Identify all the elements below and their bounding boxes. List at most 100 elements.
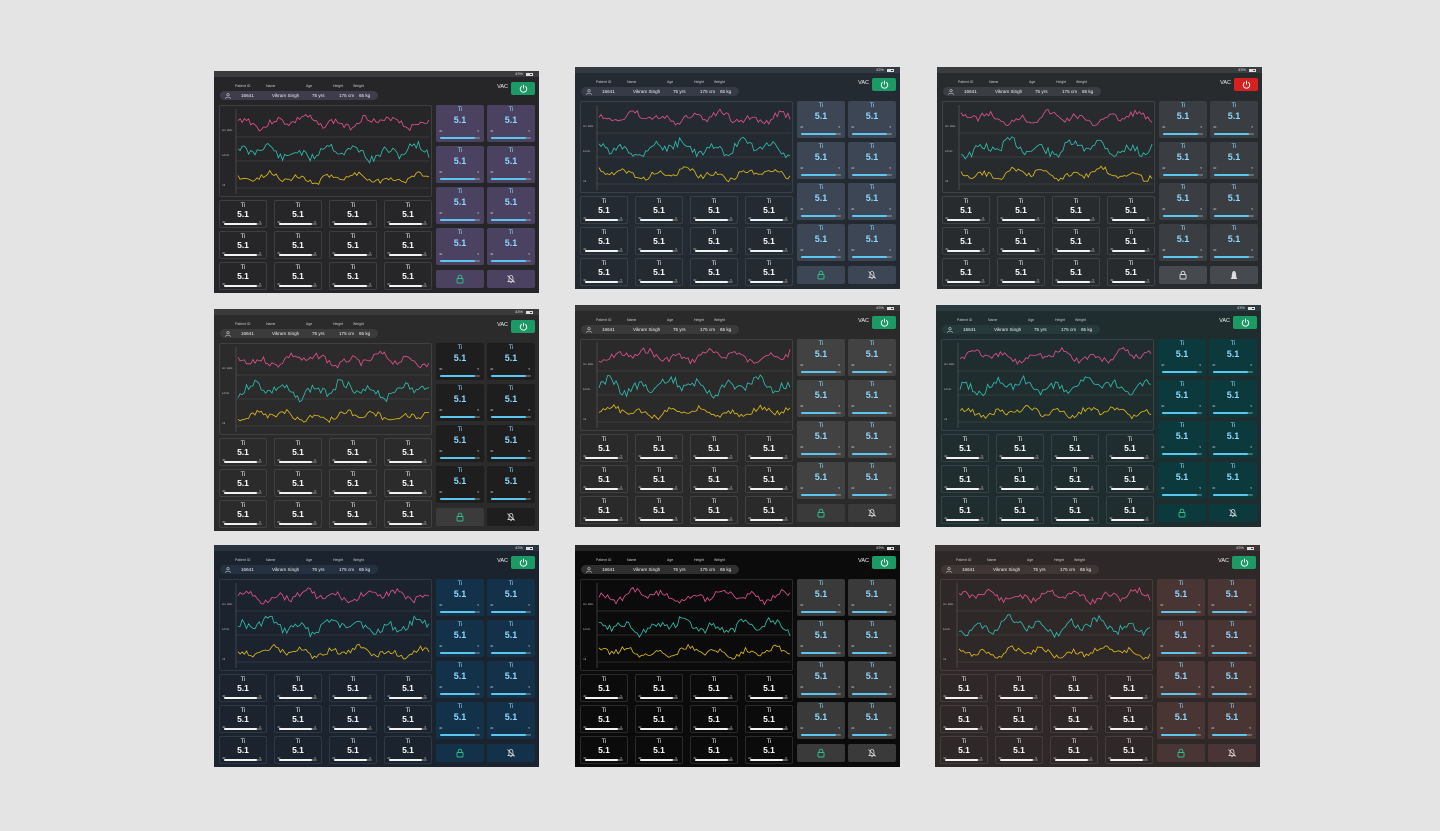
setting-slider-track[interactable]	[491, 375, 531, 377]
setting-tile[interactable]: Ti 5.1 40 5	[436, 661, 484, 698]
setting-tile[interactable]: Ti 5.1 40 5	[848, 101, 896, 138]
setting-tile[interactable]: Ti 5.1 40 5	[487, 343, 535, 380]
setting-slider-track[interactable]	[1161, 734, 1201, 736]
setting-slider-track[interactable]	[801, 652, 841, 654]
setting-tile[interactable]: Ti 5.1 40 5	[1209, 421, 1257, 458]
setting-tile[interactable]: Ti 5.1 40 5	[797, 101, 845, 138]
setting-slider-track[interactable]	[440, 734, 480, 736]
setting-slider-track[interactable]	[440, 219, 480, 221]
power-button[interactable]	[872, 556, 896, 569]
setting-tile[interactable]: Ti 5.1 40 5	[1209, 462, 1257, 499]
patient-info-bar[interactable]: 16641 Vikram Singh 75 yrs 175 cm 65 kg	[220, 329, 378, 338]
lock-button[interactable]	[436, 744, 484, 762]
setting-slider-track[interactable]	[491, 611, 531, 613]
setting-slider-track[interactable]	[852, 174, 892, 176]
setting-slider-track[interactable]	[801, 174, 841, 176]
setting-slider-track[interactable]	[491, 219, 531, 221]
setting-slider-track[interactable]	[440, 611, 480, 613]
setting-slider-track[interactable]	[801, 215, 841, 217]
setting-slider-track[interactable]	[1163, 174, 1203, 176]
setting-tile[interactable]: Ti 5.1 40 5	[848, 380, 896, 417]
setting-slider-track[interactable]	[440, 178, 480, 180]
setting-tile[interactable]: Ti 5.1 40 5	[436, 228, 484, 265]
setting-tile[interactable]: Ti 5.1 40 5	[1157, 661, 1205, 698]
setting-slider-track[interactable]	[1162, 371, 1202, 373]
lock-button[interactable]	[1157, 744, 1205, 762]
setting-slider-track[interactable]	[440, 137, 480, 139]
setting-tile[interactable]: Ti 5.1 40 5	[1159, 101, 1207, 138]
alarm-button[interactable]	[1210, 266, 1258, 284]
setting-slider-track[interactable]	[1213, 371, 1253, 373]
setting-tile[interactable]: Ti 5.1 40 5	[1209, 339, 1257, 376]
power-button[interactable]	[1234, 78, 1258, 91]
setting-slider-track[interactable]	[801, 734, 841, 736]
setting-slider-track[interactable]	[1161, 652, 1201, 654]
setting-slider-track[interactable]	[852, 652, 892, 654]
alarm-mute-button[interactable]	[487, 270, 535, 288]
setting-tile[interactable]: Ti 5.1 40 5	[436, 146, 484, 183]
setting-slider-track[interactable]	[801, 611, 841, 613]
alarm-mute-button[interactable]	[848, 504, 896, 522]
setting-slider-track[interactable]	[852, 693, 892, 695]
setting-tile[interactable]: Ti 5.1 40 5	[487, 228, 535, 265]
setting-tile[interactable]: Ti 5.1 40 5	[848, 579, 896, 616]
setting-tile[interactable]: Ti 5.1 40 5	[487, 466, 535, 503]
setting-tile[interactable]: Ti 5.1 40 5	[848, 183, 896, 220]
setting-tile[interactable]: Ti 5.1 40 5	[797, 380, 845, 417]
setting-slider-track[interactable]	[491, 498, 531, 500]
setting-slider-track[interactable]	[852, 412, 892, 414]
lock-button[interactable]	[797, 504, 845, 522]
setting-slider-track[interactable]	[801, 453, 841, 455]
setting-tile[interactable]: Ti 5.1 40 5	[487, 187, 535, 224]
setting-tile[interactable]: Ti 5.1 40 5	[848, 702, 896, 739]
setting-slider-track[interactable]	[491, 178, 531, 180]
setting-slider-track[interactable]	[852, 453, 892, 455]
setting-tile[interactable]: Ti 5.1 40 5	[1208, 661, 1256, 698]
setting-slider-track[interactable]	[801, 412, 841, 414]
setting-tile[interactable]: Ti 5.1 40 5	[797, 579, 845, 616]
setting-tile[interactable]: Ti 5.1 40 5	[436, 620, 484, 657]
setting-slider-track[interactable]	[491, 734, 531, 736]
setting-tile[interactable]: Ti 5.1 40 5	[1159, 183, 1207, 220]
setting-tile[interactable]: Ti 5.1 40 5	[848, 620, 896, 657]
setting-slider-track[interactable]	[1213, 494, 1253, 496]
alarm-mute-button[interactable]	[848, 266, 896, 284]
setting-slider-track[interactable]	[1212, 734, 1252, 736]
setting-slider-track[interactable]	[1214, 174, 1254, 176]
setting-tile[interactable]: Ti 5.1 40 5	[436, 425, 484, 462]
setting-tile[interactable]: Ti 5.1 40 5	[436, 466, 484, 503]
setting-tile[interactable]: Ti 5.1 40 5	[436, 579, 484, 616]
patient-info-bar[interactable]: 16641 Vikram Singh 75 yrs 175 cm 65 kg	[220, 91, 378, 100]
setting-slider-track[interactable]	[852, 371, 892, 373]
setting-slider-track[interactable]	[440, 416, 480, 418]
patient-info-bar[interactable]: 16641 Vikram Singh 75 yrs 175 cm 65 kg	[220, 565, 378, 574]
setting-slider-track[interactable]	[1214, 256, 1254, 258]
setting-slider-track[interactable]	[1163, 133, 1203, 135]
setting-slider-track[interactable]	[852, 133, 892, 135]
setting-tile[interactable]: Ti 5.1 40 5	[436, 343, 484, 380]
patient-info-bar[interactable]: 16641 Vikram Singh 75 yrs 175 cm 65 kg	[943, 87, 1101, 96]
setting-slider-track[interactable]	[1162, 412, 1202, 414]
power-button[interactable]	[511, 82, 535, 95]
setting-slider-track[interactable]	[491, 137, 531, 139]
setting-tile[interactable]: Ti 5.1 40 5	[1158, 380, 1206, 417]
power-button[interactable]	[1232, 556, 1256, 569]
setting-slider-track[interactable]	[491, 652, 531, 654]
setting-tile[interactable]: Ti 5.1 40 5	[797, 661, 845, 698]
setting-tile[interactable]: Ti 5.1 40 5	[1210, 183, 1258, 220]
alarm-mute-button[interactable]	[848, 744, 896, 762]
setting-tile[interactable]: Ti 5.1 40 5	[487, 661, 535, 698]
setting-tile[interactable]: Ti 5.1 40 5	[487, 425, 535, 462]
setting-tile[interactable]: Ti 5.1 40 5	[1209, 380, 1257, 417]
setting-tile[interactable]: Ti 5.1 40 5	[848, 142, 896, 179]
patient-info-bar[interactable]: 16641 Vikram Singh 75 yrs 175 cm 65 kg	[581, 87, 739, 96]
power-button[interactable]	[511, 320, 535, 333]
setting-slider-track[interactable]	[491, 457, 531, 459]
setting-tile[interactable]: Ti 5.1 40 5	[1210, 224, 1258, 261]
setting-tile[interactable]: Ti 5.1 40 5	[1157, 579, 1205, 616]
setting-tile[interactable]: Ti 5.1 40 5	[848, 339, 896, 376]
setting-slider-track[interactable]	[1161, 693, 1201, 695]
setting-tile[interactable]: Ti 5.1 40 5	[1158, 421, 1206, 458]
setting-slider-track[interactable]	[491, 416, 531, 418]
setting-slider-track[interactable]	[1213, 412, 1253, 414]
